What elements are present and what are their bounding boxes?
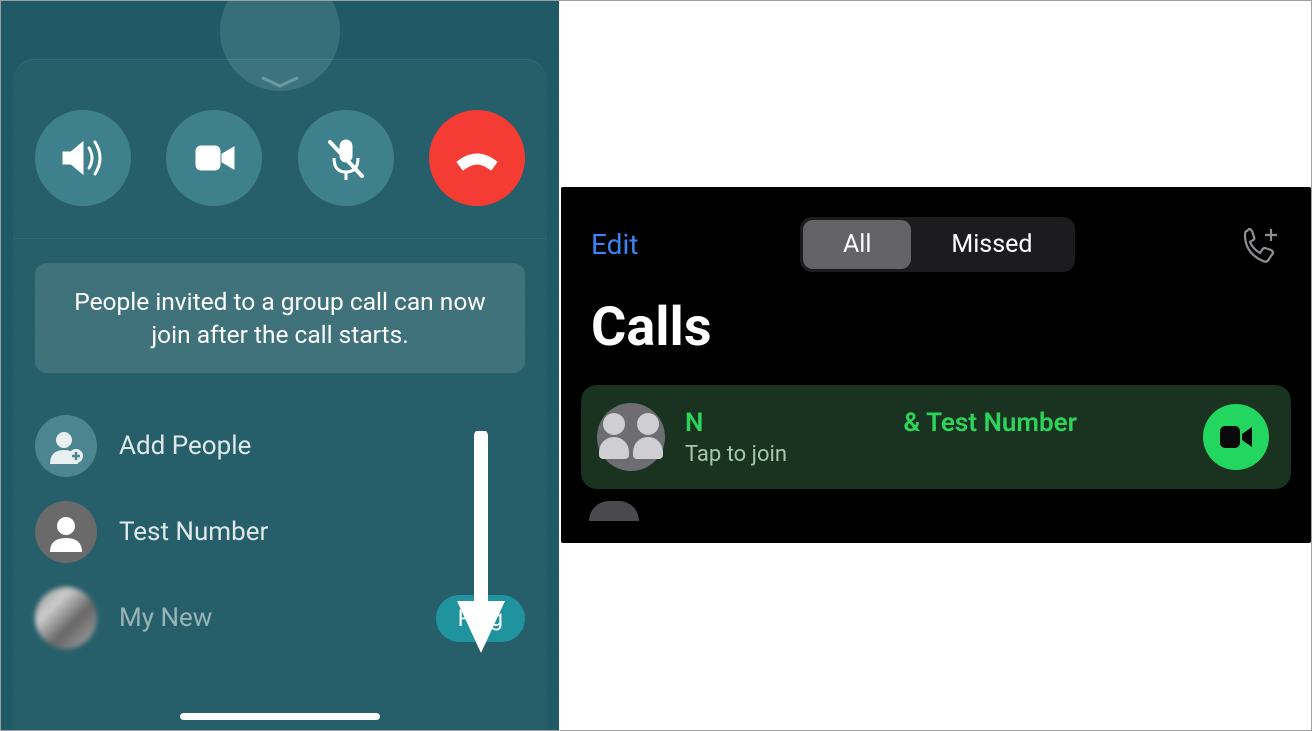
call-title: N & Test Number xyxy=(685,408,1183,438)
mic-off-icon xyxy=(320,132,372,184)
list-item xyxy=(581,501,1291,521)
participant-row[interactable]: My New Ring xyxy=(13,575,547,661)
call-subtitle: Tap to join xyxy=(685,442,1183,467)
video-icon xyxy=(188,132,240,184)
avatar-image xyxy=(35,587,97,649)
end-call-icon xyxy=(451,132,503,184)
page-title: Calls xyxy=(561,286,1311,377)
person-icon xyxy=(35,501,97,563)
call-info: N & Test Number Tap to join xyxy=(685,408,1183,467)
new-call-button[interactable] xyxy=(1237,223,1281,267)
add-people-row[interactable]: Add People xyxy=(13,403,547,489)
group-call-sheet: People invited to a group call can now j… xyxy=(1,1,559,730)
group-avatar-icon xyxy=(597,403,665,471)
call-title-right: & Test Number xyxy=(903,408,1077,438)
mute-button[interactable] xyxy=(298,110,394,206)
end-call-button[interactable] xyxy=(429,110,525,206)
calls-header: Edit All Missed xyxy=(561,187,1311,286)
participant-label: Test Number xyxy=(119,517,525,547)
info-banner: People invited to a group call can now j… xyxy=(35,263,525,373)
participant-label: My New xyxy=(119,603,414,633)
divider xyxy=(13,238,547,239)
join-call-button[interactable] xyxy=(1203,404,1269,470)
add-people-icon xyxy=(35,415,97,477)
video-button[interactable] xyxy=(166,110,262,206)
speaker-icon xyxy=(57,132,109,184)
calls-filter-segmented: All Missed xyxy=(800,217,1076,272)
participant-row[interactable]: Test Number xyxy=(13,489,547,575)
segment-missed[interactable]: Missed xyxy=(911,220,1072,269)
add-people-label: Add People xyxy=(119,431,525,461)
segment-all[interactable]: All xyxy=(803,220,911,269)
avatar-peek xyxy=(589,501,639,521)
bottom-sheet: People invited to a group call can now j… xyxy=(13,59,547,730)
speaker-button[interactable] xyxy=(35,110,131,206)
call-title-left: N xyxy=(685,408,703,438)
calls-screen: Edit All Missed Calls N & Test Number xyxy=(561,187,1311,543)
chevron-down-icon[interactable] xyxy=(261,74,299,88)
ring-button[interactable]: Ring xyxy=(436,595,525,642)
edit-button[interactable]: Edit xyxy=(591,228,638,261)
video-icon xyxy=(1218,422,1254,452)
home-indicator[interactable] xyxy=(180,713,380,720)
phone-plus-icon xyxy=(1237,223,1281,267)
active-call-card[interactable]: N & Test Number Tap to join xyxy=(581,385,1291,489)
